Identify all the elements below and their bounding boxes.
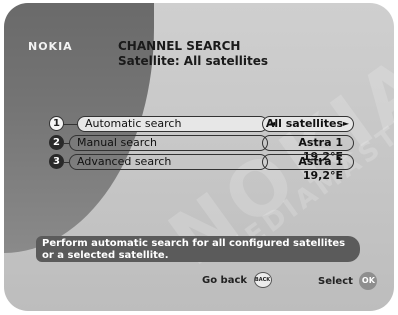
satellite-value: Astra 1 19,2°E xyxy=(262,135,354,163)
arrow-left-icon[interactable]: ◄ xyxy=(269,117,275,131)
arrow-right-icon[interactable]: ► xyxy=(343,117,349,131)
number-badge-1: 1 xyxy=(49,116,64,131)
brand-logo: NOKIA xyxy=(28,40,73,53)
menu-item-manual-search[interactable]: 2 Manual search Astra 1 19,2°E xyxy=(0,135,398,163)
page-title-block: CHANNEL SEARCH Satellite: All satellites xyxy=(118,39,268,69)
ok-key-icon: OK xyxy=(359,272,378,290)
go-back-button[interactable]: Go back BACK xyxy=(202,272,272,289)
satellite-value: All satellites xyxy=(265,117,343,130)
go-back-label: Go back xyxy=(202,275,248,286)
menu-item-label: Automatic search xyxy=(77,116,268,132)
select-label: Select xyxy=(318,276,353,287)
number-badge-2: 2 xyxy=(49,135,64,150)
page-title: CHANNEL SEARCH xyxy=(118,39,241,53)
page-subtitle: Satellite: All satellites xyxy=(118,54,268,68)
menu-item-label: Advanced search xyxy=(69,154,268,170)
menu-item-automatic-search[interactable]: 1 Automatic search ◄ All satellites ► xyxy=(0,116,398,132)
number-badge-3: 3 xyxy=(49,154,64,169)
satellite-selector[interactable]: ◄ All satellites ► xyxy=(262,116,354,132)
select-button[interactable]: Select OK xyxy=(318,272,378,290)
connector-line xyxy=(63,124,77,125)
back-key-icon: BACK xyxy=(253,272,272,288)
menu-item-advanced-search[interactable]: 3 Advanced search Astra 1 19,2°E xyxy=(0,154,398,182)
satellite-value: Astra 1 19,2°E xyxy=(262,154,354,182)
menu-item-label: Manual search xyxy=(69,135,268,151)
help-text: Perform automatic search for all configu… xyxy=(36,236,360,262)
